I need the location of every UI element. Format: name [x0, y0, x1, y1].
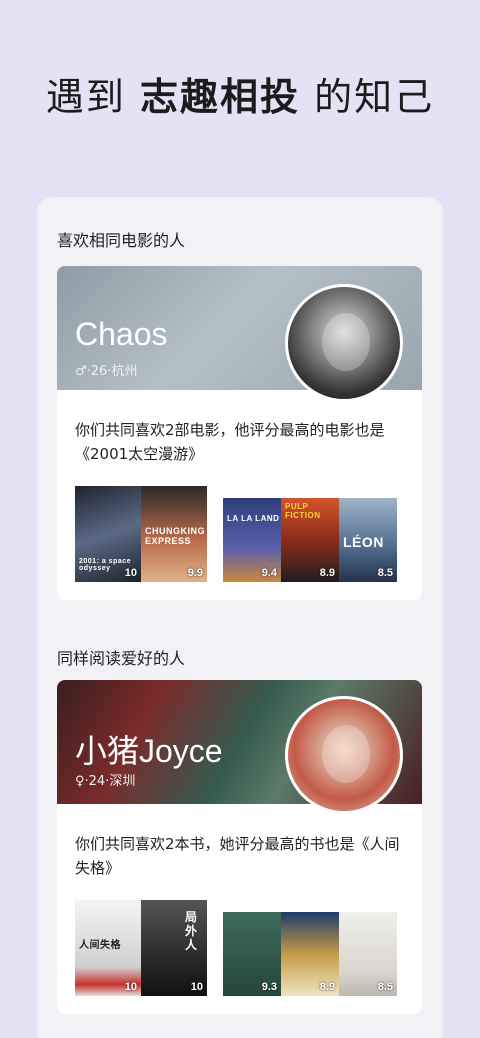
book-title: 局外人	[185, 910, 198, 952]
movie-score: 10	[124, 567, 137, 579]
user-name[interactable]: Chaos	[75, 316, 168, 353]
movie-score: 8.5	[377, 567, 393, 579]
movie-title: PULP FICTION	[285, 502, 321, 520]
section-title-movies: 喜欢相同电影的人	[57, 231, 186, 250]
avatar-face-icon	[322, 725, 370, 783]
movie-cover[interactable]: PULP FICTION 8.9	[281, 498, 339, 582]
book-cover[interactable]: 人间失格 10	[75, 900, 141, 996]
book-score: 10	[124, 981, 137, 993]
match-card-book[interactable]: 小猪Joyce ♀·24·深圳 你们共同喜欢2本书，她评分最高的书也是《人间失格…	[57, 680, 422, 1014]
headline-highlight: 志趣相投	[139, 75, 300, 119]
book-title: 人间失格	[79, 940, 121, 951]
book-score: 9.3	[261, 981, 277, 993]
movie-title: CHUNGKING EXPRESS	[145, 526, 205, 546]
user-name[interactable]: 小猪Joyce	[75, 726, 223, 772]
match-description: 你们共同喜欢2部电影，他评分最高的电影也是《2001太空漫游》	[75, 421, 385, 463]
headline: 遇到 志趣相投 的知己	[0, 66, 480, 121]
user-meta: ♂·26·杭州	[75, 364, 138, 379]
movie-cover[interactable]: 2001: a space odyssey 10	[75, 486, 141, 582]
book-score: 8.9	[319, 981, 335, 993]
headline-prefix: 遇到	[45, 75, 140, 119]
book-cover[interactable]: 9.3	[223, 912, 281, 996]
movie-score: 9.4	[261, 567, 277, 579]
book-cover[interactable]: 8.9	[281, 912, 339, 996]
match-panel: 喜欢相同电影的人 Chaos ♂·26·杭州 你们共同喜欢2部电影，他评分最高的…	[37, 197, 443, 1038]
avatar[interactable]	[285, 696, 403, 814]
movie-title: LÉON	[343, 534, 384, 550]
other-movies: LA LA LAND 9.4 PULP FICTION 8.9 LÉON 8.5	[223, 498, 397, 582]
match-card-movie[interactable]: Chaos ♂·26·杭州 你们共同喜欢2部电影，他评分最高的电影也是《2001…	[57, 266, 422, 600]
book-score: 8.5	[377, 981, 393, 993]
movie-cover[interactable]: CHUNGKING EXPRESS 9.9	[141, 486, 207, 582]
headline-suffix: 的知己	[300, 75, 435, 119]
book-score: 10	[190, 981, 203, 993]
avatar-face-icon	[322, 313, 370, 371]
shared-movies: 2001: a space odyssey 10 CHUNGKING EXPRE…	[75, 486, 207, 582]
movie-title: LA LA LAND	[227, 514, 280, 523]
shared-books: 人间失格 10 局外人 10	[75, 900, 207, 996]
movie-cover[interactable]: LA LA LAND 9.4	[223, 498, 281, 582]
book-cover[interactable]: 局外人 10	[141, 900, 207, 996]
user-meta: ♀·24·深圳	[75, 774, 136, 789]
match-description: 你们共同喜欢2本书，她评分最高的书也是《人间失格》	[75, 835, 400, 877]
avatar[interactable]	[285, 284, 403, 402]
book-cover[interactable]: 8.5	[339, 912, 397, 996]
other-books: 9.3 8.9 8.5	[223, 912, 397, 996]
movie-score: 8.9	[319, 567, 335, 579]
movie-cover[interactable]: LÉON 8.5	[339, 498, 397, 582]
section-title-books: 同样阅读爱好的人	[57, 649, 186, 668]
movie-score: 9.9	[187, 567, 203, 579]
